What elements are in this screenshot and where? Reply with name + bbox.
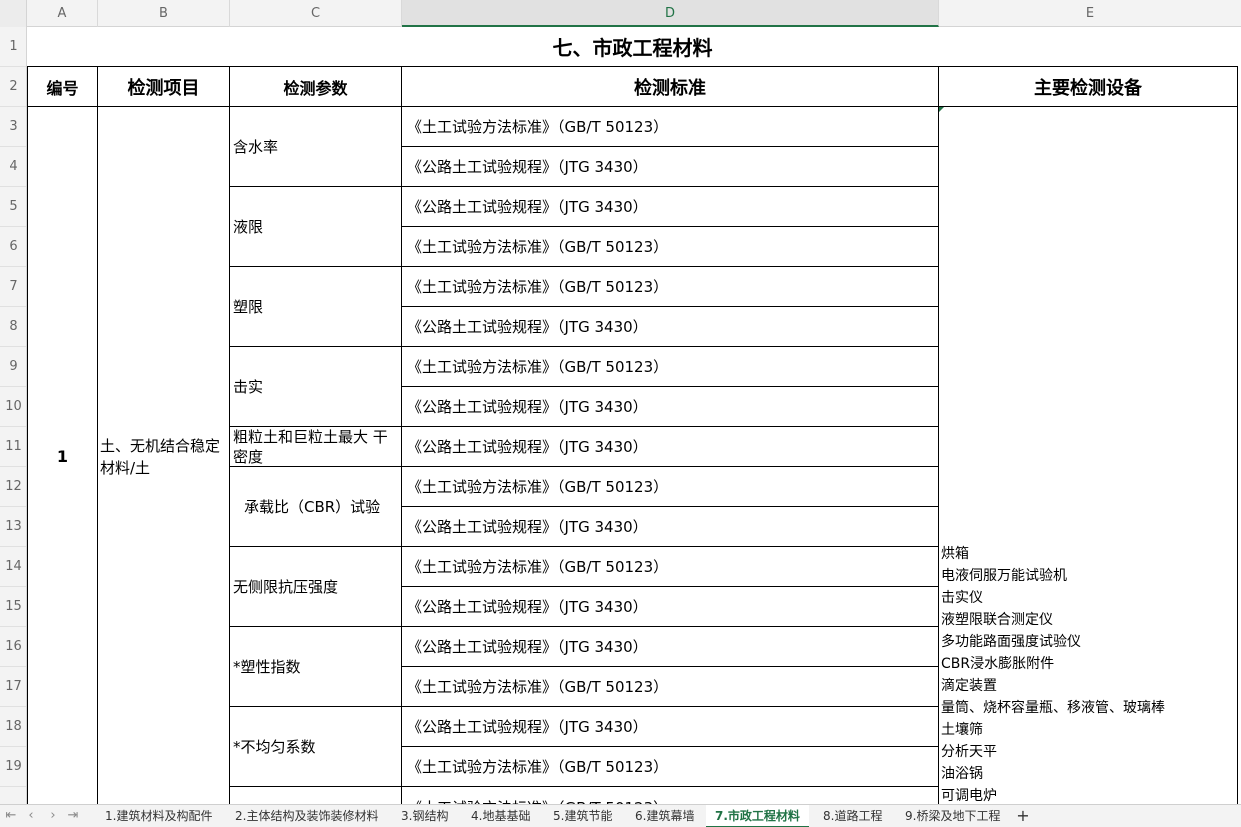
param-cell[interactable]: 塑限 — [230, 267, 402, 347]
param-cell[interactable]: 击实 — [230, 347, 402, 427]
sheet-tab-8[interactable]: 8.道路工程 — [814, 805, 891, 827]
row-header-4[interactable]: 4 — [0, 147, 26, 187]
sheet-grid: 七、市政工程材料 编号 检测项目 检测参数 检测标准 主要检测设备 1 土、无机… — [27, 27, 1241, 804]
sheet-tab-1[interactable]: 1.建筑材料及构配件 — [96, 805, 221, 827]
equipment-item: 分析天平 — [941, 744, 997, 760]
sheet-tab-4[interactable]: 4.地基基础 — [462, 805, 539, 827]
sheet-tab-2[interactable]: 2.主体结构及装饰装修材料 — [226, 805, 387, 827]
index-cell[interactable]: 1 — [27, 107, 98, 804]
sheet-tab-9[interactable]: 9.桥梁及地下工程 — [896, 805, 1009, 827]
test-item-cell[interactable]: 土、无机结合稳定 材料/土 — [98, 107, 230, 804]
sheet-title-cell[interactable]: 七、市政工程材料 — [27, 27, 1238, 67]
param-cell[interactable] — [230, 787, 402, 804]
next-sheet-icon[interactable]: › — [44, 807, 62, 825]
header-cell-param[interactable]: 检测参数 — [230, 67, 402, 107]
standard-cell[interactable]: 《土工试验方法标准》（GB/T 50123） — [402, 747, 939, 787]
row-header-1[interactable]: 1 — [0, 27, 26, 67]
equipment-item: 液塑限联合测定仪 — [941, 612, 1053, 628]
row-header-3[interactable]: 3 — [0, 107, 26, 147]
column-header-d[interactable]: D — [402, 0, 939, 27]
row-header-11[interactable]: 11 — [0, 427, 26, 467]
row-header-15[interactable]: 15 — [0, 587, 26, 627]
sheet-tab-bar: ⇤ ‹ › ⇥ 1.建筑材料及构配件 2.主体结构及装饰装修材料 3.钢结构 4… — [0, 804, 1241, 827]
equipment-item: 击实仪 — [941, 590, 983, 606]
equipment-item: 电液伺服万能试验机 — [941, 568, 1067, 584]
equipment-item: 油浴锅 — [941, 766, 983, 782]
header-cell-standard[interactable]: 检测标准 — [402, 67, 939, 107]
column-header-e[interactable]: E — [939, 0, 1241, 27]
equipment-item: 滴定装置 — [941, 678, 997, 694]
equipment-item: CBR浸水膨胀附件 — [941, 656, 1055, 672]
row-header-16[interactable]: 16 — [0, 627, 26, 667]
standard-cell[interactable]: 《土工试验方法标准》（GB/T 50123） — [402, 227, 939, 267]
standard-cell[interactable]: 《土工试验方法标准》（GB/T 50123） — [402, 667, 939, 707]
standard-cell[interactable]: 《公路土工试验规程》（JTG 3430） — [402, 507, 939, 547]
row-header-6[interactable]: 6 — [0, 227, 26, 267]
standard-cell[interactable]: 《公路土工试验规程》（JTG 3430） — [402, 387, 939, 427]
standard-cell[interactable]: 《公路土工试验规程》（JTG 3430） — [402, 627, 939, 667]
param-cell[interactable]: 无侧限抗压强度 — [230, 547, 402, 627]
standard-cell[interactable]: 《土工试验方法标准》（GB/T 50123） — [402, 347, 939, 387]
sheet-tab-3[interactable]: 3.钢结构 — [392, 805, 457, 827]
row-header-9[interactable]: 9 — [0, 347, 26, 387]
row-header-2[interactable]: 2 — [0, 67, 26, 107]
row-header-12[interactable]: 12 — [0, 467, 26, 507]
equipment-item: 土壤筛 — [941, 722, 983, 738]
standard-cell[interactable]: 《公路土工试验规程》（JTG 3430） — [402, 147, 939, 187]
equipment-item: 量筒、烧杯容量瓶、移液管、玻璃棒 — [941, 700, 1165, 716]
standard-cell[interactable]: 《土工试验方法标准》（GB/T 50123） — [402, 107, 939, 147]
row-header-10[interactable]: 10 — [0, 387, 26, 427]
equipment-item: 多功能路面强度试验仪 — [941, 634, 1081, 650]
standard-cell[interactable]: 《土工试验方法标准》（GB/T 50123） — [402, 787, 939, 804]
param-cell[interactable]: 承载比（CBR）试验 — [230, 467, 402, 547]
param-cell[interactable]: *塑性指数 — [230, 627, 402, 707]
param-cell[interactable]: 粗粒土和巨粒土最大 干密度 — [230, 427, 402, 467]
standard-cell[interactable]: 《土工试验方法标准》（GB/T 50123） — [402, 467, 939, 507]
row-header-13[interactable]: 13 — [0, 507, 26, 547]
param-cell[interactable]: 液限 — [230, 187, 402, 267]
row-header-8[interactable]: 8 — [0, 307, 26, 347]
row-header-7[interactable]: 7 — [0, 267, 26, 307]
column-header-bar: A B C D E — [0, 0, 1241, 27]
prev-sheet-icon[interactable]: ‹ — [22, 807, 40, 825]
equipment-item: 烘箱 — [941, 546, 969, 562]
sheet-tab-7[interactable]: 7.市政工程材料 — [706, 805, 809, 827]
standard-cell[interactable]: 《公路土工试验规程》（JTG 3430） — [402, 587, 939, 627]
standard-cell[interactable]: 《土工试验方法标准》（GB/T 50123） — [402, 547, 939, 587]
param-cell[interactable]: *不均匀系数 — [230, 707, 402, 787]
header-cell-equipment[interactable]: 主要检测设备 — [939, 67, 1238, 107]
sheet-tab-5[interactable]: 5.建筑节能 — [544, 805, 621, 827]
row-header-5[interactable]: 5 — [0, 187, 26, 227]
row-header-17[interactable]: 17 — [0, 667, 26, 707]
column-header-b[interactable]: B — [98, 0, 230, 27]
standard-cell[interactable]: 《公路土工试验规程》（JTG 3430） — [402, 427, 939, 467]
select-all-corner[interactable] — [0, 0, 27, 27]
column-header-a[interactable]: A — [27, 0, 98, 27]
equipment-item: 可调电炉 — [941, 788, 997, 804]
standard-cell[interactable]: 《公路土工试验规程》（JTG 3430） — [402, 707, 939, 747]
last-sheet-icon[interactable]: ⇥ — [64, 807, 82, 825]
column-header-c[interactable]: C — [230, 0, 402, 27]
row-header-19[interactable]: 19 — [0, 747, 26, 787]
equipment-cell[interactable]: 烘箱 电液伺服万能试验机 击实仪 液塑限联合测定仪 多功能路面强度试验仪 CBR… — [939, 107, 1238, 804]
header-cell-item[interactable]: 检测项目 — [98, 67, 230, 107]
add-sheet-icon[interactable]: + — [1014, 805, 1032, 827]
sheet-tab-6[interactable]: 6.建筑幕墙 — [626, 805, 703, 827]
standard-cell[interactable]: 《公路土工试验规程》（JTG 3430） — [402, 187, 939, 227]
header-cell-index[interactable]: 编号 — [27, 67, 98, 107]
standard-cell[interactable]: 《公路土工试验规程》（JTG 3430） — [402, 307, 939, 347]
row-header-18[interactable]: 18 — [0, 707, 26, 747]
row-header-bar: 1 2 3 4 5 6 7 8 9 10 11 12 13 14 15 16 1… — [0, 27, 27, 804]
row-header-14[interactable]: 14 — [0, 547, 26, 587]
first-sheet-icon[interactable]: ⇤ — [2, 807, 20, 825]
param-cell[interactable]: 含水率 — [230, 107, 402, 187]
comment-marker-icon — [939, 107, 944, 112]
standard-cell[interactable]: 《土工试验方法标准》（GB/T 50123） — [402, 267, 939, 307]
